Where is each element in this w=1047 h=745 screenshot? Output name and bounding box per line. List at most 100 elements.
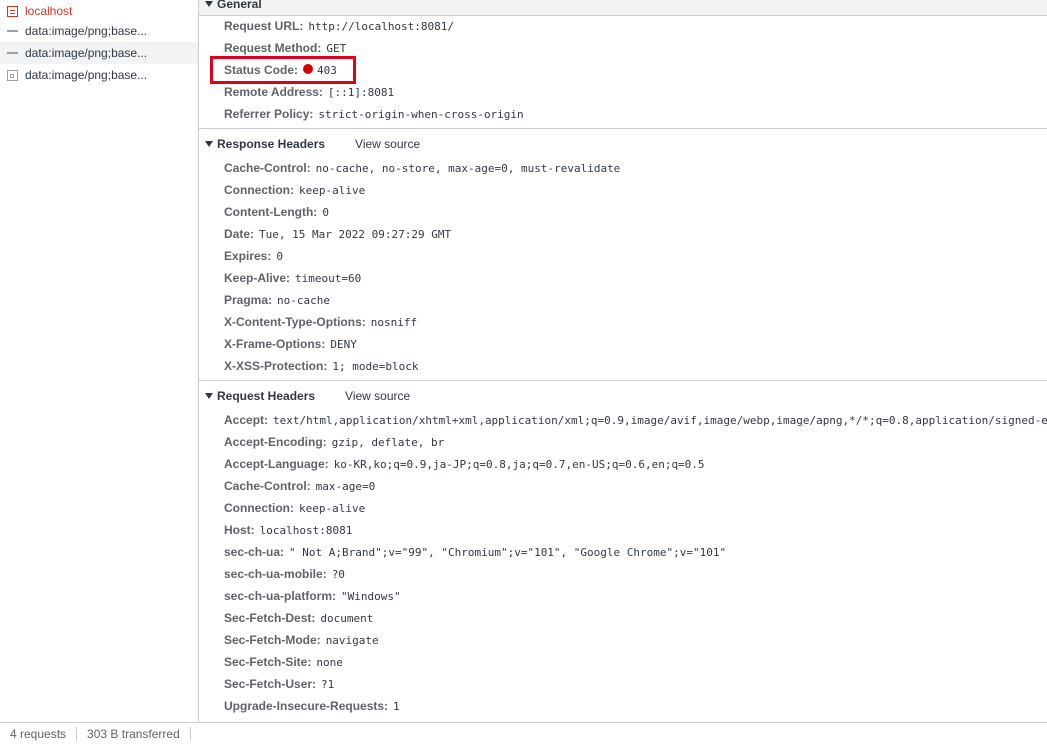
- request-list-panel: localhost data:image/png;base... data:im…: [0, 0, 199, 744]
- header-value: " Not A;Brand";v="99", "Chromium";v="101…: [289, 545, 727, 559]
- header-row: Sec-Fetch-Site: none: [224, 651, 343, 673]
- header-value: Tue, 15 Mar 2022 09:27:29 GMT: [259, 227, 452, 241]
- header-row: Connection: keep-alive: [224, 497, 365, 519]
- header-key: Request URL:: [224, 19, 304, 33]
- header-key: Upgrade-Insecure-Requests:: [224, 699, 389, 713]
- header-row: Expires: 0: [224, 245, 283, 267]
- header-row: sec-ch-ua-platform: "Windows": [224, 585, 401, 607]
- header-value: GET: [326, 41, 347, 55]
- header-key: Cache-Control:: [224, 161, 311, 175]
- header-key: Pragma:: [224, 293, 273, 307]
- header-value: document: [320, 611, 374, 625]
- response-headers-title: Response Headers: [217, 137, 326, 151]
- image-icon: [7, 69, 18, 81]
- section-divider: [199, 380, 1047, 381]
- header-key: Remote Address:: [224, 85, 323, 99]
- header-row: X-Frame-Options: DENY: [224, 333, 357, 355]
- section-divider: [199, 128, 1047, 129]
- header-value: "Windows": [341, 589, 401, 603]
- header-key: Sec-Fetch-Dest:: [224, 611, 316, 625]
- image-dash-icon: [7, 30, 18, 32]
- header-row: sec-ch-ua: " Not A;Brand";v="99", "Chromi…: [224, 541, 726, 563]
- header-value: 0: [322, 205, 329, 219]
- header-row: sec-ch-ua-mobile: ?0: [224, 563, 345, 585]
- header-value: strict-origin-when-cross-origin: [318, 107, 524, 121]
- header-row: Accept-Encoding: gzip, deflate, br: [224, 431, 444, 453]
- request-view-source-link[interactable]: View source: [345, 389, 410, 403]
- general-request-url: Request URL: http://localhost:8081/: [224, 15, 454, 37]
- header-value: 1; mode=block: [332, 359, 419, 373]
- header-key: X-XSS-Protection:: [224, 359, 328, 373]
- header-row: X-XSS-Protection: 1; mode=block: [224, 355, 418, 377]
- header-value: localhost:8081: [259, 523, 353, 537]
- header-value: DENY: [330, 337, 357, 351]
- general-section-header[interactable]: General: [199, 0, 1047, 16]
- header-key: Accept-Encoding:: [224, 435, 327, 449]
- header-row: Connection: keep-alive: [224, 179, 365, 201]
- header-row: Cache-Control: no-cache, no-store, max-ag…: [224, 157, 620, 179]
- header-value: navigate: [325, 633, 379, 647]
- network-status-bar: 4 requests 303 B transferred: [0, 722, 1047, 745]
- header-row: Sec-Fetch-User: ?1: [224, 673, 334, 695]
- general-remote-address: Remote Address: [::1]:8081: [224, 81, 394, 103]
- header-value: no-cache: [277, 293, 331, 307]
- header-value: none: [316, 655, 343, 669]
- headers-pane: General Request URL: http://localhost:80…: [199, 0, 1047, 722]
- request-name: data:image/png;base...: [25, 68, 148, 82]
- header-row: Pragma: no-cache: [224, 289, 330, 311]
- request-name: localhost: [25, 4, 73, 18]
- request-name: data:image/png;base...: [25, 24, 148, 38]
- general-referrer-policy: Referrer Policy: strict-origin-when-cros…: [224, 103, 524, 125]
- header-value: ?1: [321, 677, 335, 691]
- triangle-down-icon[interactable]: [205, 141, 213, 147]
- header-value: http://localhost:8081/: [308, 19, 455, 33]
- header-key: sec-ch-ua-mobile:: [224, 567, 327, 581]
- header-row: Upgrade-Insecure-Requests: 1: [224, 695, 400, 717]
- header-key: Cache-Control:: [224, 479, 311, 493]
- request-headers-section-header[interactable]: Request Headers View source: [199, 385, 1047, 407]
- header-row: Cache-Control: max-age=0: [224, 475, 375, 497]
- header-value: max-age=0: [315, 479, 376, 493]
- header-row: Keep-Alive: timeout=60: [224, 267, 361, 289]
- header-row: Accept-Language: ko-KR,ko;q=0.9,ja-JP;q=0…: [224, 453, 705, 475]
- header-key: Content-Length:: [224, 205, 318, 219]
- response-headers-section-header[interactable]: Response Headers View source: [199, 133, 1047, 155]
- transferred-size: 303 B transferred: [77, 727, 191, 741]
- image-dash-icon: [7, 52, 18, 54]
- request-row[interactable]: data:image/png;base...: [0, 64, 198, 86]
- header-row: Sec-Fetch-Dest: document: [224, 607, 373, 629]
- header-row: Date: Tue, 15 Mar 2022 09:27:29 GMT: [224, 223, 451, 245]
- header-key: Host:: [224, 523, 255, 537]
- header-key: Accept:: [224, 413, 269, 427]
- header-value: ?0: [331, 567, 345, 581]
- header-key: Expires:: [224, 249, 272, 263]
- request-row[interactable]: data:image/png;base...: [0, 20, 198, 42]
- header-value: 0: [276, 249, 283, 263]
- request-row[interactable]: data:image/png;base...: [0, 42, 198, 64]
- header-key: X-Frame-Options:: [224, 337, 326, 351]
- general-title: General: [217, 0, 262, 11]
- header-key: Request Method:: [224, 41, 322, 55]
- header-key: Connection:: [224, 501, 294, 515]
- header-key: Sec-Fetch-Mode:: [224, 633, 321, 647]
- header-key: Accept-Language:: [224, 457, 329, 471]
- triangle-down-icon[interactable]: [205, 393, 213, 399]
- header-key: Date:: [224, 227, 255, 241]
- header-key: Sec-Fetch-Site:: [224, 655, 312, 669]
- header-key: Referrer Policy:: [224, 107, 314, 121]
- header-row: Content-Length: 0: [224, 201, 329, 223]
- header-key: Sec-Fetch-User:: [224, 677, 317, 691]
- header-key: sec-ch-ua:: [224, 545, 285, 559]
- response-view-source-link[interactable]: View source: [355, 137, 420, 151]
- header-key: Connection:: [224, 183, 294, 197]
- header-value: keep-alive: [299, 501, 366, 515]
- header-key: X-Content-Type-Options:: [224, 315, 366, 329]
- header-value: text/html,application/xhtml+xml,applicat…: [273, 413, 1047, 427]
- triangle-down-icon[interactable]: [205, 1, 213, 7]
- request-row[interactable]: localhost: [0, 0, 198, 22]
- header-value: no-cache, no-store, max-age=0, must-reva…: [315, 161, 621, 175]
- header-key: sec-ch-ua-platform:: [224, 589, 337, 603]
- header-value: nosniff: [370, 315, 418, 329]
- request-count: 4 requests: [0, 727, 78, 741]
- header-row: Host: localhost:8081: [224, 519, 352, 541]
